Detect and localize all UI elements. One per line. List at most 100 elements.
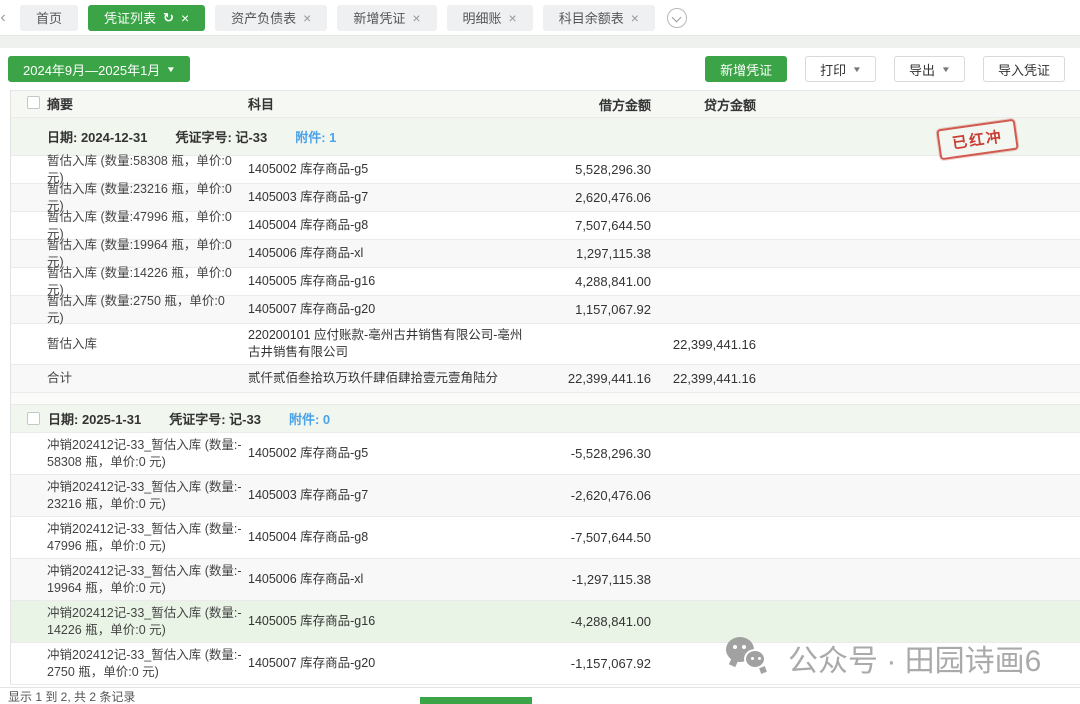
account-cell: 1405005 库存商品-g16 [248,613,544,630]
summary-cell: 冲销202412记-33_暂估入库 (数量:-14226 瓶，单价:0 元) [47,605,248,639]
tab-label: 新增凭证 [353,8,405,27]
debit-cell: 7,507,644.50 [544,218,651,233]
tab-label: 明细账 [463,8,502,27]
tab-scroll-left-icon[interactable]: ‹ [0,9,10,27]
account-cell: 1405007 库存商品-g20 [248,655,544,672]
chevron-down-icon [671,12,681,22]
table-row[interactable]: 冲销202412记-33_暂估入库 (数量:-47996 瓶，单价:0 元) 1… [11,517,1080,559]
debit-cell: 4,288,841.00 [544,274,651,289]
account-cell: 1405002 库存商品-g5 [248,445,544,462]
close-icon[interactable]: × [303,11,311,25]
voucher-table: 摘要 科目 借方金额 贷方金额 日期: 2024-12-31 凭证字号: 记-3… [10,90,1080,685]
tab-new-voucher[interactable]: 新增凭证 × [337,5,436,31]
total-debit: 22,399,441.16 [544,371,651,386]
debit-cell: -5,528,296.30 [544,446,651,461]
date-range-label: 2024年9月—2025年1月 [23,60,160,79]
attachment-link[interactable]: 附件: 0 [289,409,330,428]
voucher-group-header[interactable]: 日期: 2025-1-31 凭证字号: 记-33 附件: 0 [11,405,1080,433]
table-row[interactable]: 暂估入库 (数量:2750 瓶，单价:0 元) 1405007 库存商品-g20… [11,296,1080,324]
tab-detail-ledger[interactable]: 明细账 × [447,5,533,31]
date-range-button[interactable]: 2024年9月—2025年1月 ▼ [8,56,190,82]
debit-cell: -4,288,841.00 [544,614,651,629]
account-cell: 1405004 库存商品-g8 [248,217,544,234]
voucher-date: 日期: 2024-12-31 [47,127,147,146]
voucher-checkbox[interactable] [27,412,40,425]
print-label: 打印 [820,60,846,79]
account-cell: 1405003 库存商品-g7 [248,487,544,504]
attachment-link[interactable]: 附件: 1 [295,127,336,146]
summary-cell: 冲销202412记-33_暂估入库 (数量:-19964 瓶，单价:0 元) [47,563,248,597]
column-header-account: 科目 [248,96,544,113]
close-icon[interactable]: × [412,11,420,25]
total-credit: 22,399,441.16 [651,371,756,386]
tab-label: 凭证列表 [104,8,156,27]
summary-cell: 冲销202412记-33_暂估入库 (数量:-58308 瓶，单价:0 元) [47,437,248,471]
table-row[interactable]: 冲销202412记-33_暂估入库 (数量:-23216 瓶，单价:0 元) 1… [11,475,1080,517]
account-cell: 1405004 库存商品-g8 [248,529,544,546]
table-row[interactable]: 冲销202412记-33_暂估入库 (数量:-19964 瓶，单价:0 元) 1… [11,559,1080,601]
close-icon[interactable]: × [181,11,189,25]
toolbar: 2024年9月—2025年1月 ▼ 新增凭证 打印 ▼ 导出 ▼ 导入凭证 整 [0,48,1080,90]
bottom-green-strip [420,697,532,704]
voucher-number: 凭证字号: 记-33 [169,409,261,428]
account-cell: 1405003 库存商品-g7 [248,189,544,206]
voucher-date: 日期: 2025-1-31 [48,409,141,428]
import-voucher-button[interactable]: 导入凭证 [983,56,1065,82]
close-icon[interactable]: × [509,11,517,25]
summary-cell: 冲销202412记-33_暂估入库 (数量:-47996 瓶，单价:0 元) [47,521,248,555]
tab-label: 科目余额表 [559,8,624,27]
credit-cell: 22,399,441.16 [651,337,756,352]
tab-voucher-list[interactable]: 凭证列表 ↻ × [88,5,205,31]
debit-cell: -1,157,067.92 [544,656,651,671]
import-voucher-label: 导入凭证 [998,60,1050,79]
select-all-checkbox[interactable] [27,96,40,109]
total-label: 合计 [47,370,248,387]
watermark: 公众号 · 田园诗画6 [726,636,1041,680]
watermark-text: 公众号 · 田园诗画6 [788,636,1041,680]
group-gap [11,393,1080,405]
tab-home[interactable]: 首页 [20,5,78,31]
voucher-group-header[interactable]: 日期: 2024-12-31 凭证字号: 记-33 附件: 1 [11,118,1080,156]
summary-cell: 暂估入库 (数量:2750 瓶，单价:0 元) [47,293,248,327]
refresh-icon[interactable]: ↻ [163,11,174,24]
debit-cell: -1,297,115.38 [544,572,651,587]
export-label: 导出 [909,60,935,79]
table-row[interactable]: 暂估入库 220200101 应付账款-亳州古井销售有限公司-亳州古井销售有限公… [11,324,1080,365]
tab-overflow-button[interactable] [667,8,687,28]
tab-label: 首页 [36,8,62,27]
wechat-icon [726,637,776,679]
account-cell: 1405006 库存商品-xl [248,571,544,588]
voucher-number: 凭证字号: 记-33 [175,127,267,146]
debit-cell: 2,620,476.06 [544,190,651,205]
debit-cell: 1,297,115.38 [544,246,651,261]
new-voucher-button[interactable]: 新增凭证 [705,56,787,82]
caret-down-icon: ▼ [941,65,951,74]
table-row[interactable]: 冲销202412记-33_暂估入库 (数量:-58308 瓶，单价:0 元) 1… [11,433,1080,475]
summary-cell: 冲销202412记-33_暂估入库 (数量:-2750 瓶，单价:0 元) [47,647,248,681]
tab-account-balance[interactable]: 科目余额表 × [543,5,655,31]
debit-cell: 1,157,067.92 [544,302,651,317]
total-amount-in-words: 贰仟贰佰叁拾玖万玖仟肆佰肆拾壹元壹角陆分 [248,370,544,387]
close-icon[interactable]: × [631,11,639,25]
total-row: 合计 贰仟贰佰叁拾玖万玖仟肆佰肆拾壹元壹角陆分 22,399,441.16 22… [11,365,1080,393]
account-cell: 1405006 库存商品-xl [248,245,544,262]
column-header-summary: 摘要 [47,96,248,113]
debit-cell: 5,528,296.30 [544,162,651,177]
tab-balance-sheet[interactable]: 资产负债表 × [215,5,327,31]
tab-label: 资产负债表 [231,8,296,27]
account-cell: 220200101 应付账款-亳州古井销售有限公司-亳州古井销售有限公司 [248,327,544,361]
record-count-text: 显示 1 到 2, 共 2 条记录 [8,688,135,704]
account-cell: 1405007 库存商品-g20 [248,301,544,318]
debit-cell: -7,507,644.50 [544,530,651,545]
caret-down-icon: ▼ [166,65,176,74]
debit-cell: -2,620,476.06 [544,488,651,503]
table-header-row: 摘要 科目 借方金额 贷方金额 [11,91,1080,118]
account-cell: 1405005 库存商品-g16 [248,273,544,290]
print-button[interactable]: 打印 ▼ [805,56,876,82]
summary-cell: 暂估入库 [47,336,248,353]
tab-bar: ‹ 首页 凭证列表 ↻ × 资产负债表 × 新增凭证 × 明细账 × 科目余额表… [0,0,1080,36]
record-count-bar: 显示 1 到 2, 共 2 条记录 [0,687,1080,704]
summary-cell: 冲销202412记-33_暂估入库 (数量:-23216 瓶，单价:0 元) [47,479,248,513]
export-button[interactable]: 导出 ▼ [894,56,965,82]
account-cell: 1405002 库存商品-g5 [248,161,544,178]
